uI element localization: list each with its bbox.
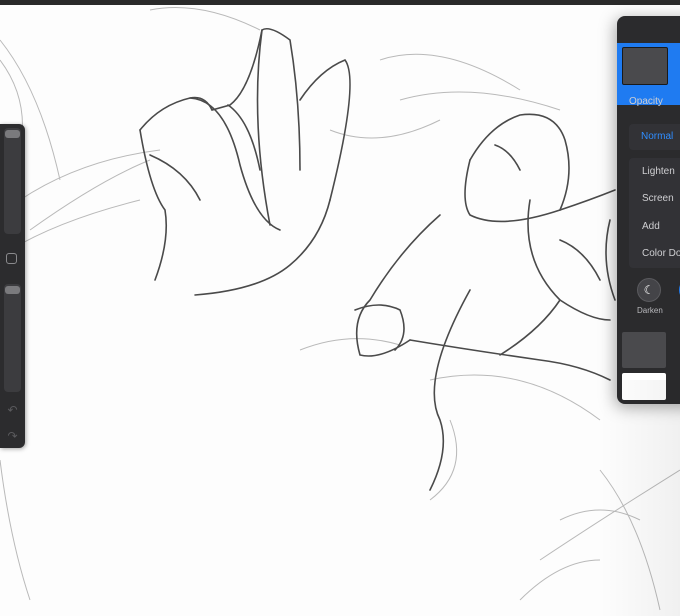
opacity-knob[interactable] [5, 286, 20, 294]
blend-mode-selected[interactable]: Normal [629, 124, 680, 150]
blend-mode-list: Lighten Screen Add Color Do [629, 158, 680, 268]
brush-size-slider[interactable] [4, 128, 21, 234]
drawing-canvas[interactable] [0, 0, 680, 616]
opacity-slider-line[interactable] [672, 102, 680, 103]
blend-mode-selected-label: Normal [641, 131, 674, 142]
redo-icon[interactable]: ↷ [5, 430, 20, 442]
undo-icon[interactable]: ↶ [5, 404, 20, 416]
top-toolbar [0, 0, 680, 5]
blend-mode-add[interactable]: Add [642, 221, 660, 232]
opacity-slider[interactable] [4, 284, 21, 392]
modify-button[interactable] [6, 253, 17, 264]
panel-shadow [600, 380, 680, 616]
blend-mode-screen[interactable]: Screen [642, 193, 674, 204]
layers-panel: Opacity Normal Lighten Screen Add Color … [617, 16, 680, 404]
blend-mode-color-dodge[interactable]: Color Do [642, 248, 680, 259]
opacity-label: Opacity [629, 96, 663, 107]
blend-mode-lighten[interactable]: Lighten [642, 166, 675, 177]
brush-size-knob[interactable] [5, 130, 20, 138]
darken-label: Darken [637, 306, 663, 315]
layer-thumbnail[interactable] [622, 47, 668, 85]
moon-icon[interactable]: ☾ [637, 278, 661, 302]
sidebar: ↶ ↷ [0, 124, 25, 448]
layer-thumbnail-2[interactable] [622, 332, 666, 368]
